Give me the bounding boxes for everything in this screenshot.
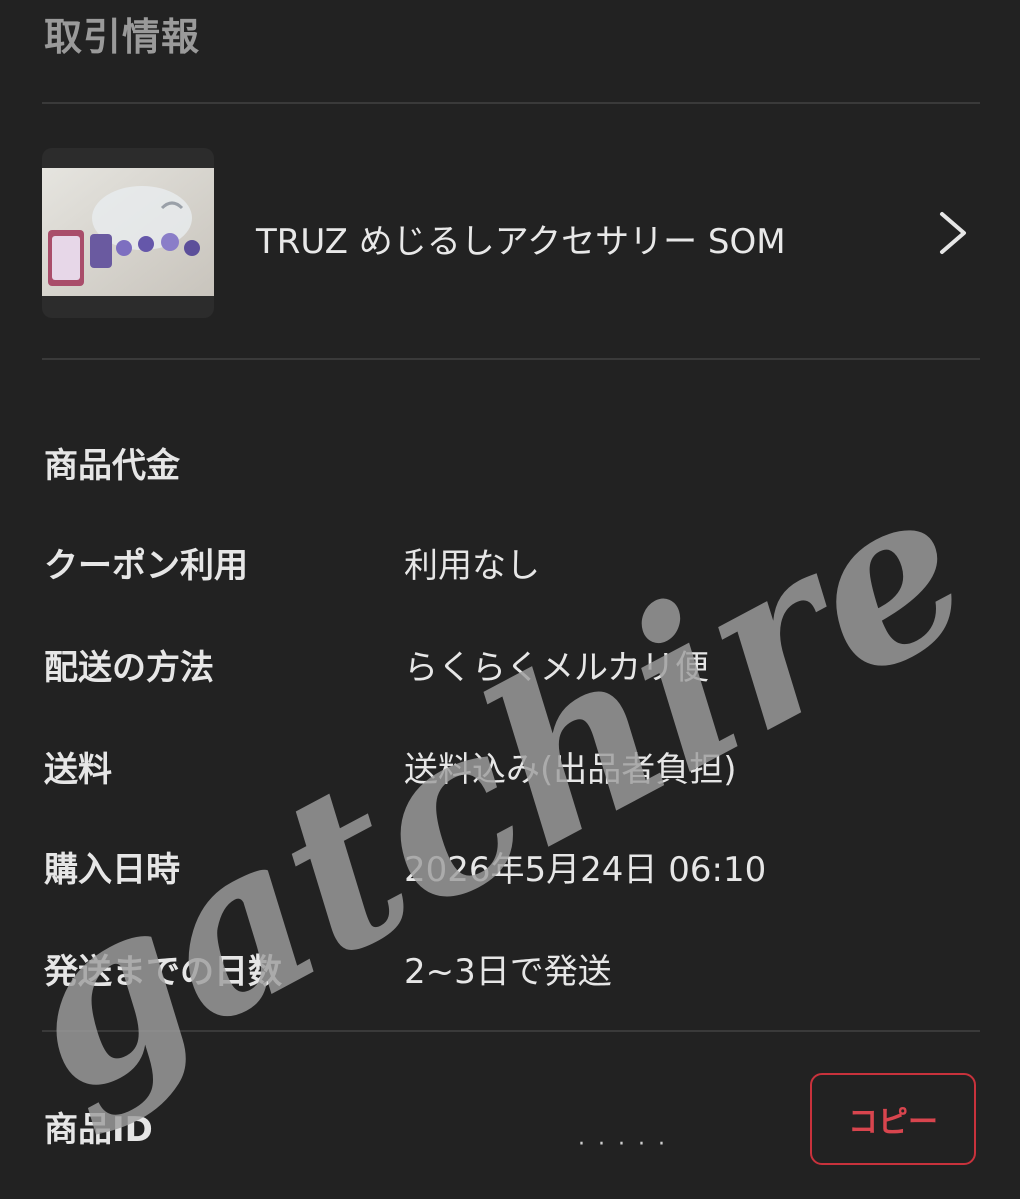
copy-button[interactable]: コピー — [810, 1073, 976, 1165]
item-link-row[interactable]: TRUZ めじるしアクセサリー SOM — [42, 148, 980, 318]
info-value-shipping-method: らくらくメルカリ便 — [404, 648, 709, 688]
product-id-masked: · · · · · — [578, 1132, 668, 1157]
product-id-label: 商品ID — [44, 1110, 153, 1150]
section-title: 取引情報 — [44, 15, 201, 59]
info-value-shipping-fee: 送料込み(出品者負担) — [404, 750, 737, 790]
info-value-days-to-ship: 2~3日で発送 — [404, 952, 612, 992]
divider — [42, 1030, 980, 1032]
item-name: TRUZ めじるしアクセサリー SOM — [256, 222, 786, 262]
divider — [42, 102, 980, 104]
divider — [42, 358, 980, 360]
product-thumbnail — [42, 148, 214, 318]
info-label-coupon: クーポン利用 — [44, 546, 248, 586]
info-value-purchase-date: 2026年5月24日 06:10 — [404, 850, 767, 890]
chevron-right-icon — [940, 212, 966, 254]
transaction-info-page: 取引情報 TRUZ めじるしアクセサリー SOM 商品代金 クーポン利用 利用な… — [0, 0, 1020, 1199]
info-value-coupon: 利用なし — [404, 546, 540, 586]
info-label-purchase-date: 購入日時 — [44, 850, 180, 890]
info-label-price: 商品代金 — [44, 446, 180, 486]
info-label-shipping-fee: 送料 — [44, 750, 112, 790]
info-label-shipping-method: 配送の方法 — [44, 648, 214, 688]
info-label-days-to-ship: 発送までの日数 — [44, 952, 282, 992]
